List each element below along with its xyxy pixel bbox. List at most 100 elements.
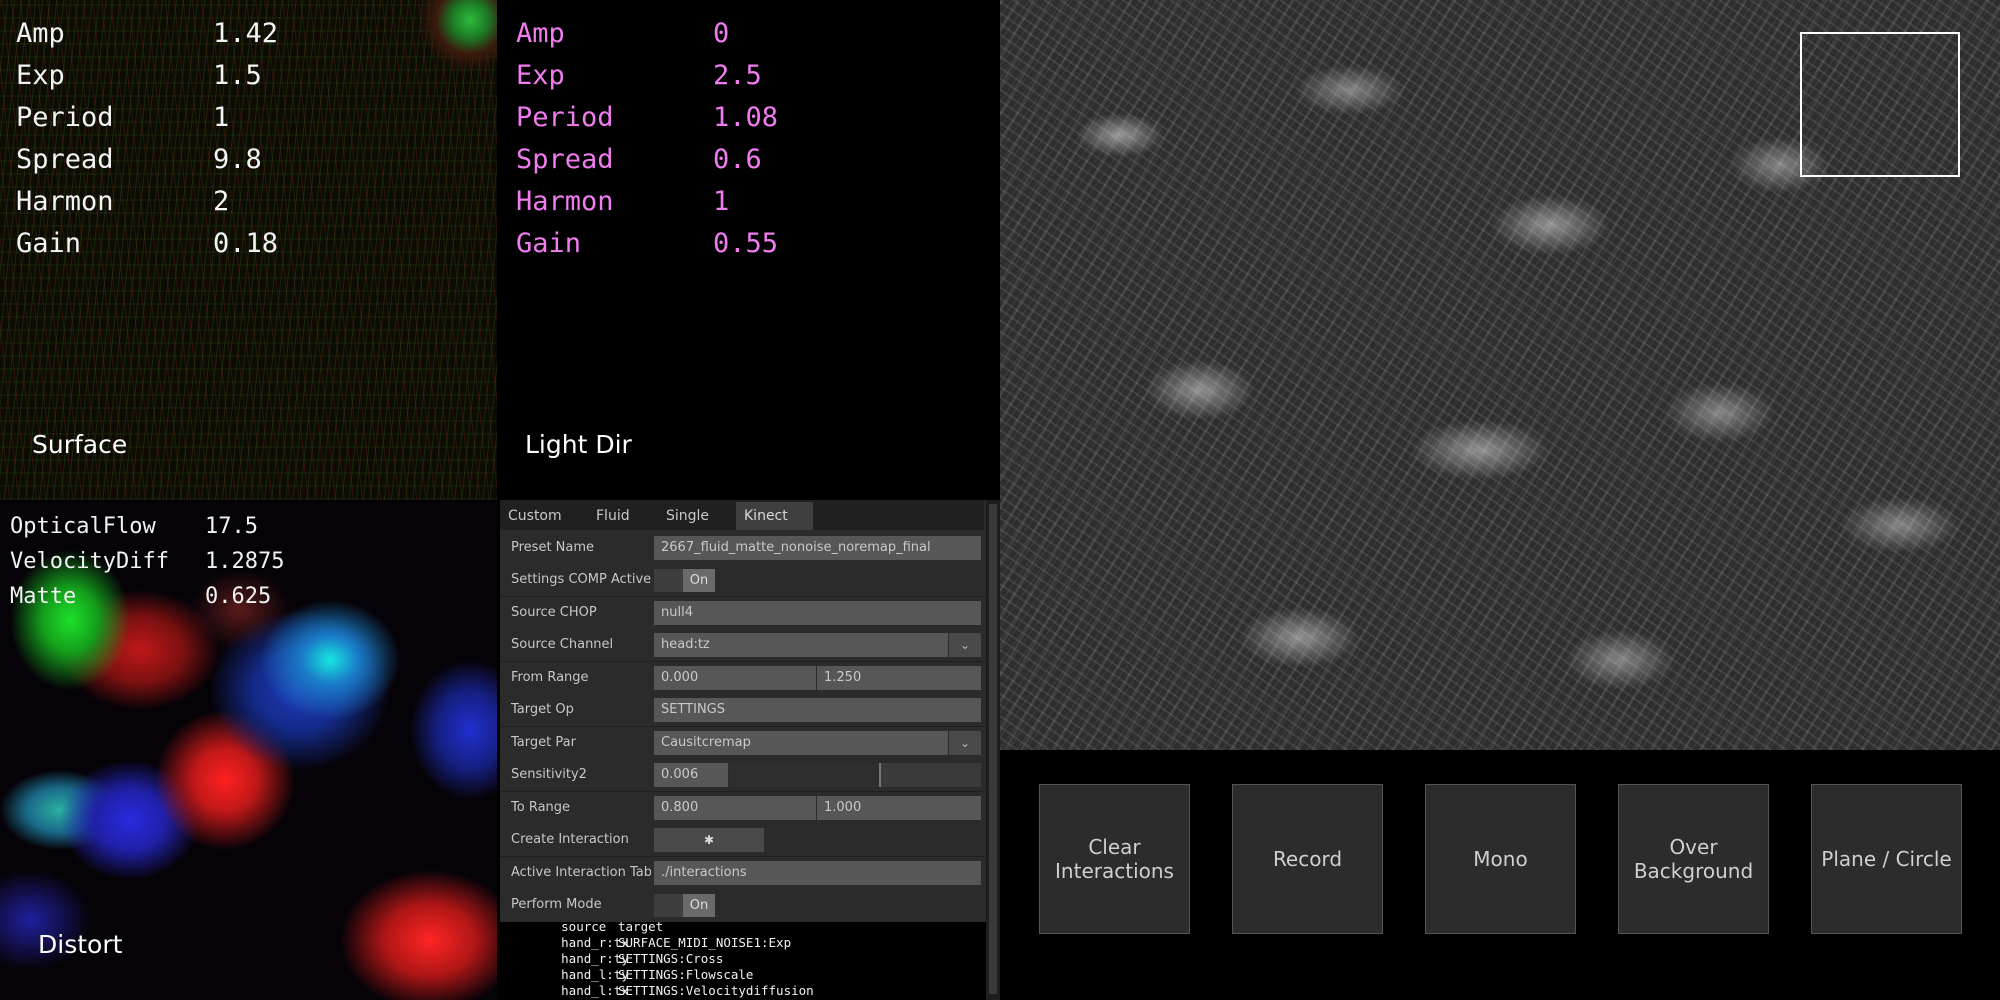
param-name: Gain	[516, 228, 582, 259]
column-header-target: target	[618, 919, 664, 934]
tab-kinect[interactable]: Kinect	[736, 502, 813, 530]
create-interaction-row: Create Interaction ✱	[500, 824, 986, 856]
preset-name-field[interactable]: 2667_fluid_matte_nonoise_noremap_final	[654, 536, 981, 560]
param-value: 0.18	[213, 228, 279, 259]
to-range-row: To Range 0.800 1.000	[500, 792, 986, 824]
table-row: hand_l:tx SETTINGS:Velocitydiffusion	[516, 983, 814, 1000]
to-range-max-field[interactable]: 1.000	[817, 796, 981, 820]
param-value: 1.2875	[205, 549, 285, 574]
toggle-on-state: On	[683, 569, 715, 592]
settings-comp-active-row: Settings COMP Active in Pe On	[500, 564, 986, 596]
param-name: Exp	[16, 60, 65, 91]
create-interaction-button[interactable]: ✱	[654, 828, 764, 852]
settings-comp-active-label: Settings COMP Active in Pe	[511, 572, 651, 587]
panel-scrollbar[interactable]	[986, 500, 1000, 1000]
sensitivity2-row: Sensitivity2 0.006	[500, 759, 986, 791]
source-chop-field[interactable]: null4	[654, 601, 981, 625]
active-interaction-table-label: Active Interaction Table	[511, 865, 651, 880]
source-channel-label: Source Channel	[511, 637, 614, 652]
to-range-label: To Range	[511, 800, 571, 815]
table-cell: SETTINGS:Cross	[618, 951, 724, 966]
perform-mode-row: Perform Mode On	[500, 889, 986, 921]
table-cell: SETTINGS:Velocitydiffusion	[618, 983, 814, 998]
target-par-field[interactable]: Causitcremap	[654, 731, 948, 755]
from-range-max-field[interactable]: 1.250	[817, 666, 981, 690]
interactions-table: source target hand_r:tx SURFACE_MIDI_NOI…	[500, 919, 986, 1000]
param-name: Spread	[516, 144, 614, 175]
param-name: OpticalFlow	[10, 514, 156, 539]
param-name: VelocityDiff	[10, 549, 169, 574]
clear-interactions-button[interactable]: Clear Interactions	[1039, 784, 1190, 934]
tab-bar: Custom Fluid Single Kinect	[500, 500, 984, 530]
param-name: Exp	[516, 60, 565, 91]
scrollbar-thumb[interactable]	[989, 504, 997, 994]
param-value: 1.5	[213, 60, 262, 91]
preset-name-row: Preset Name 2667_fluid_matte_nonoise_nor…	[500, 532, 986, 564]
active-interaction-table-row: Active Interaction Table ./interactions	[500, 857, 986, 889]
target-op-row: Target Op SETTINGS	[500, 694, 986, 726]
source-chop-label: Source CHOP	[511, 605, 597, 620]
light-dir-label: Light Dir	[525, 430, 632, 459]
tab-custom[interactable]: Custom	[500, 502, 580, 530]
to-range-min-field[interactable]: 0.800	[654, 796, 816, 820]
from-range-label: From Range	[511, 670, 589, 685]
param-name: Matte	[10, 584, 77, 609]
param-name: Spread	[16, 144, 114, 175]
surface-label: Surface	[32, 430, 128, 459]
from-range-min-field[interactable]: 0.000	[654, 666, 816, 690]
param-value: 9.8	[213, 144, 262, 175]
param-name: Gain	[16, 228, 82, 259]
parameter-panel: Custom Fluid Single Kinect Preset Name 2…	[500, 500, 1000, 1000]
param-value: 1	[713, 186, 730, 217]
settings-comp-active-toggle[interactable]: On	[654, 569, 715, 592]
over-background-button[interactable]: Over Background	[1618, 784, 1769, 934]
column-header-source: source	[561, 919, 607, 934]
running-figure-icon: ✱	[703, 833, 715, 847]
param-name: Amp	[16, 18, 65, 49]
slider-track	[729, 763, 879, 787]
param-value: 2.5	[713, 60, 762, 91]
param-value: 0.625	[205, 584, 272, 609]
mono-button[interactable]: Mono	[1425, 784, 1576, 934]
viewport-frame-box	[1800, 32, 1960, 177]
target-par-label: Target Par	[511, 735, 576, 750]
tab-single[interactable]: Single	[658, 502, 730, 530]
plane-circle-button[interactable]: Plane / Circle	[1811, 784, 1962, 934]
tab-fluid[interactable]: Fluid	[588, 502, 650, 530]
param-value: 1.08	[713, 102, 779, 133]
target-op-field[interactable]: SETTINGS	[654, 698, 981, 722]
param-name: Harmon	[16, 186, 114, 217]
param-value: 1	[213, 102, 230, 133]
table-cell: SURFACE_MIDI_NOISE1:Exp	[618, 935, 792, 950]
distort-label: Distort	[38, 930, 123, 959]
preset-name-label: Preset Name	[511, 540, 595, 555]
target-op-label: Target Op	[511, 702, 574, 717]
source-channel-row: Source Channel head:tz ⌄	[500, 629, 986, 661]
param-value: 17.5	[205, 514, 258, 539]
param-name: Harmon	[516, 186, 614, 217]
slider-handle[interactable]	[879, 763, 881, 787]
source-channel-field[interactable]: head:tz	[654, 633, 948, 657]
param-value: 1.42	[213, 18, 279, 49]
chevron-down-icon[interactable]: ⌄	[949, 633, 981, 657]
active-interaction-table-field[interactable]: ./interactions	[654, 861, 981, 885]
param-name: Amp	[516, 18, 565, 49]
param-value: 2	[213, 186, 230, 217]
param-name: Period	[16, 102, 114, 133]
distort-preview	[0, 500, 497, 1000]
source-chop-row: Source CHOP null4	[500, 597, 986, 629]
from-range-row: From Range 0.000 1.250	[500, 662, 986, 694]
create-interaction-label: Create Interaction	[511, 832, 629, 847]
param-name: Period	[516, 102, 614, 133]
param-value: 0	[713, 18, 730, 49]
toggle-on-state: On	[683, 894, 715, 917]
sensitivity2-slider[interactable]	[729, 763, 981, 787]
sensitivity2-field[interactable]: 0.006	[654, 763, 728, 787]
chevron-down-icon[interactable]: ⌄	[949, 731, 981, 755]
param-value: 0.55	[713, 228, 779, 259]
record-button[interactable]: Record	[1232, 784, 1383, 934]
target-par-row: Target Par Causitcremap ⌄	[500, 727, 986, 759]
perform-mode-toggle[interactable]: On	[654, 894, 715, 917]
main-render-viewer[interactable]	[1000, 0, 2000, 750]
sensitivity2-label: Sensitivity2	[511, 767, 587, 782]
